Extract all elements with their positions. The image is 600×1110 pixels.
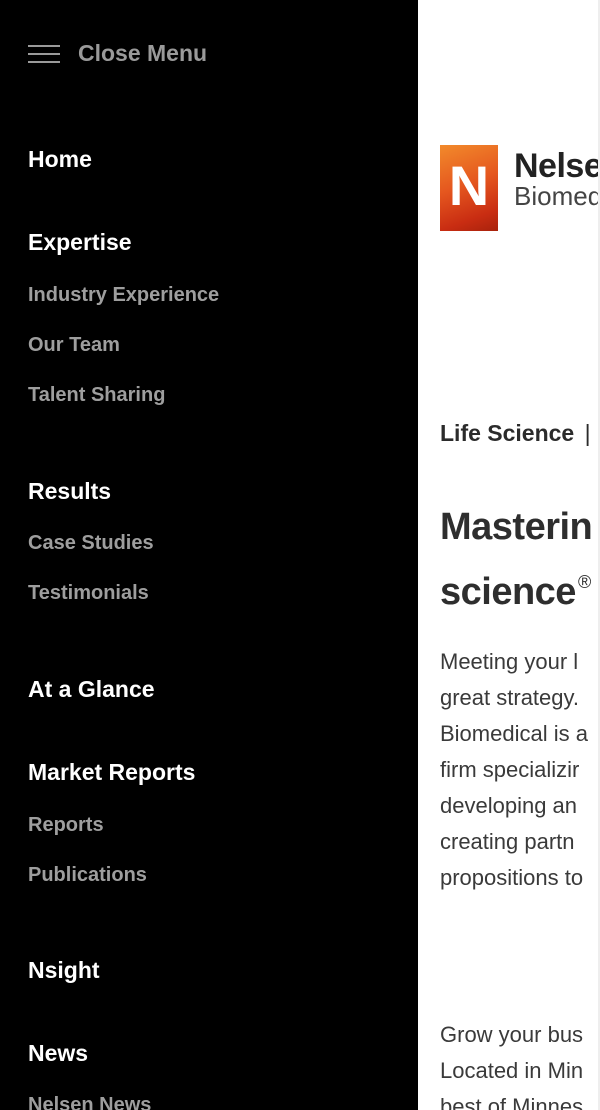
menu-item-testimonials[interactable]: Testimonials xyxy=(28,582,149,605)
side-menu: Close Menu Home Expertise Industry Exper… xyxy=(0,0,418,1110)
logo-subtitle: Biomed xyxy=(514,181,600,211)
menu-item-our-team[interactable]: Our Team xyxy=(28,334,120,357)
paragraph-line: Located in Min xyxy=(440,1058,584,1083)
paragraph-line: Biomedical is a xyxy=(440,721,588,746)
menu-item-reports[interactable]: Reports xyxy=(28,814,104,837)
paragraph-line: Meeting your l xyxy=(440,649,579,674)
menu-item-market-reports[interactable]: Market Reports xyxy=(28,759,195,786)
page-content: N Nelse Biomed Life Science | Masterin s… xyxy=(418,0,600,1110)
second-paragraph: Grow your bus Located in Min best of Min… xyxy=(440,1017,583,1110)
breadcrumb-separator: | xyxy=(584,420,591,446)
paragraph-line: developing an xyxy=(440,793,578,818)
svg-text:N: N xyxy=(449,154,489,217)
paragraph-line: Grow your bus xyxy=(440,1022,584,1047)
logo-name: Nelse xyxy=(514,147,600,185)
menu-item-publications[interactable]: Publications xyxy=(28,864,147,887)
registered-mark: ® xyxy=(577,572,591,592)
menu-item-results[interactable]: Results xyxy=(28,478,111,505)
close-menu-label[interactable]: Close Menu xyxy=(78,40,207,67)
nelsen-logo[interactable]: N Nelse Biomed xyxy=(440,145,600,231)
headline-line-1: Masterin xyxy=(440,506,593,548)
menu-item-home[interactable]: Home xyxy=(28,146,92,173)
menu-item-talent-sharing[interactable]: Talent Sharing xyxy=(28,384,165,407)
page-headline: Masterin science ® xyxy=(440,500,593,620)
paragraph-line: propositions to xyxy=(440,865,584,890)
headline-line-2: science xyxy=(440,571,576,613)
paragraph-line: creating partn xyxy=(440,829,575,854)
menu-item-industry-experience[interactable]: Industry Experience xyxy=(28,284,219,307)
menu-item-at-a-glance[interactable]: At a Glance xyxy=(28,676,155,703)
paragraph-line: firm specializir xyxy=(440,757,580,782)
menu-item-nsight[interactable]: Nsight xyxy=(28,957,100,984)
logo-mark-icon: N xyxy=(440,145,498,231)
menu-item-case-studies[interactable]: Case Studies xyxy=(28,532,154,555)
menu-item-expertise[interactable]: Expertise xyxy=(28,229,132,256)
paragraph-line: great strategy. xyxy=(440,685,579,710)
paragraph-line: best of Minnes xyxy=(440,1094,584,1110)
breadcrumb: Life Science | xyxy=(440,420,591,447)
close-menu-button[interactable]: Close Menu xyxy=(28,40,207,67)
menu-item-news[interactable]: News xyxy=(28,1040,88,1067)
hamburger-icon[interactable] xyxy=(28,44,60,64)
intro-paragraph: Meeting your l great strategy. Biomedica… xyxy=(440,644,588,896)
breadcrumb-label[interactable]: Life Science xyxy=(440,420,574,446)
menu-item-nelsen-news[interactable]: Nelsen News xyxy=(28,1094,151,1110)
